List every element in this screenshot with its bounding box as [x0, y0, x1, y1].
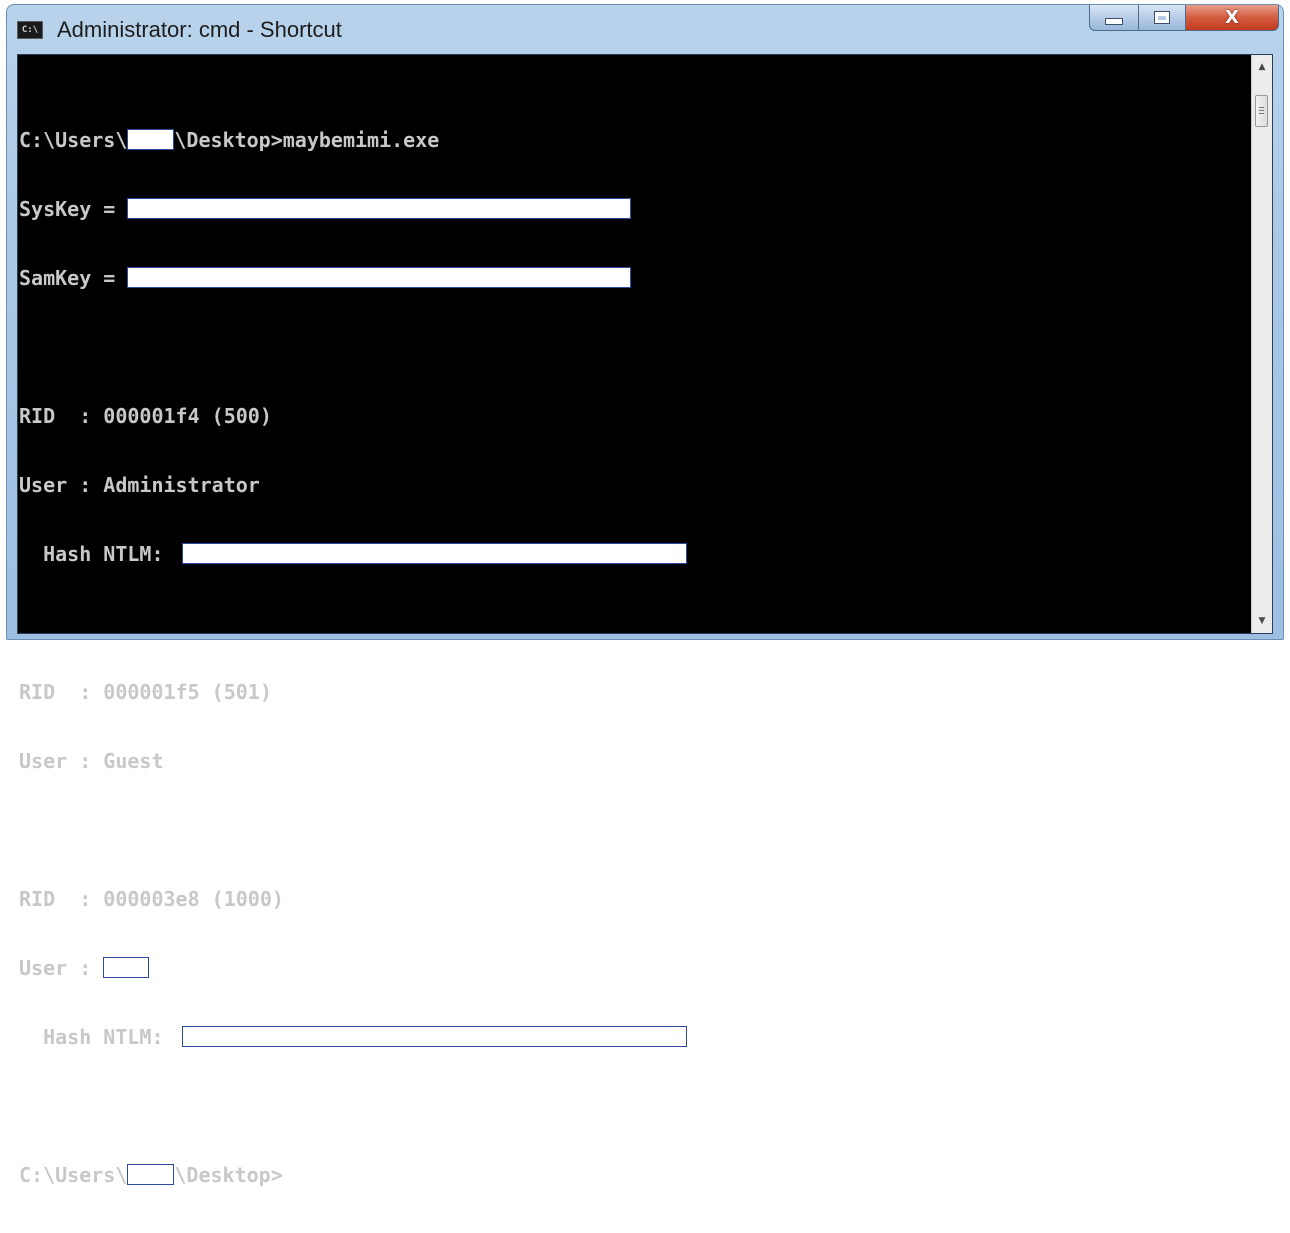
command-line: C:\Users\ \Desktop>maybemimi.exe: [19, 129, 1252, 152]
close-icon: X: [1225, 7, 1239, 28]
grip-icon: [1259, 107, 1264, 108]
samkey-label: SamKey =: [19, 266, 128, 290]
maximize-button[interactable]: [1138, 5, 1186, 31]
user-label: User :: [19, 956, 104, 980]
hash-label: Hash NTLM:: [19, 1025, 176, 1049]
vertical-scrollbar[interactable]: ▲ ▼: [1251, 55, 1272, 633]
console-output[interactable]: C:\Users\ \Desktop>maybemimi.exe SysKey =…: [18, 55, 1252, 1187]
redacted-hash: [181, 543, 687, 564]
hash-line: Hash NTLM:: [19, 543, 1252, 566]
console-area[interactable]: C:\Users\ \Desktop>maybemimi.exe SysKey =…: [17, 54, 1273, 1187]
rid-line: RID : 000001f5 (501): [19, 680, 272, 704]
hash-line: Hash NTLM:: [19, 1026, 1252, 1049]
minimize-icon: [1105, 18, 1123, 25]
rid-line: RID : 000001f4 (500): [19, 404, 272, 428]
rid-line: RID : 000003e8 (1000): [19, 887, 284, 911]
maximize-icon: [1154, 11, 1170, 24]
prompt-line: C:\Users\ \Desktop>: [19, 1164, 1252, 1187]
syskey-line: SysKey =: [19, 198, 1252, 221]
samkey-line: SamKey =: [19, 267, 1252, 290]
window-title: Administrator: cmd - Shortcut: [57, 17, 342, 42]
path-prefix: C:\Users\: [19, 128, 128, 152]
user-line: User : Guest: [19, 749, 164, 773]
user-line: User :: [19, 957, 1252, 980]
prompt-text: \Desktop>: [174, 1163, 283, 1187]
redacted-hash: [181, 1026, 687, 1047]
minimize-button[interactable]: [1089, 5, 1139, 31]
redacted-syskey: [127, 198, 632, 219]
redacted-username: [127, 1164, 175, 1185]
cmd-icon[interactable]: C:\: [17, 21, 43, 39]
scroll-thumb[interactable]: [1255, 95, 1268, 127]
redacted-username: [127, 129, 175, 150]
syskey-label: SysKey =: [19, 197, 128, 221]
close-button[interactable]: X: [1185, 5, 1279, 31]
path-prefix: C:\Users\: [19, 1163, 128, 1187]
hash-label: Hash NTLM:: [19, 542, 176, 566]
command-text: \Desktop>maybemimi.exe: [174, 128, 440, 152]
scroll-down-arrow-icon[interactable]: ▼: [1252, 611, 1272, 631]
redacted-samkey: [127, 267, 632, 288]
user-line: User : Administrator: [19, 473, 260, 497]
cmd-window: C:\ Administrator: cmd - Shortcut X C:\U…: [6, 4, 1284, 1187]
scroll-up-arrow-icon[interactable]: ▲: [1252, 57, 1272, 77]
redacted-username: [103, 957, 150, 978]
